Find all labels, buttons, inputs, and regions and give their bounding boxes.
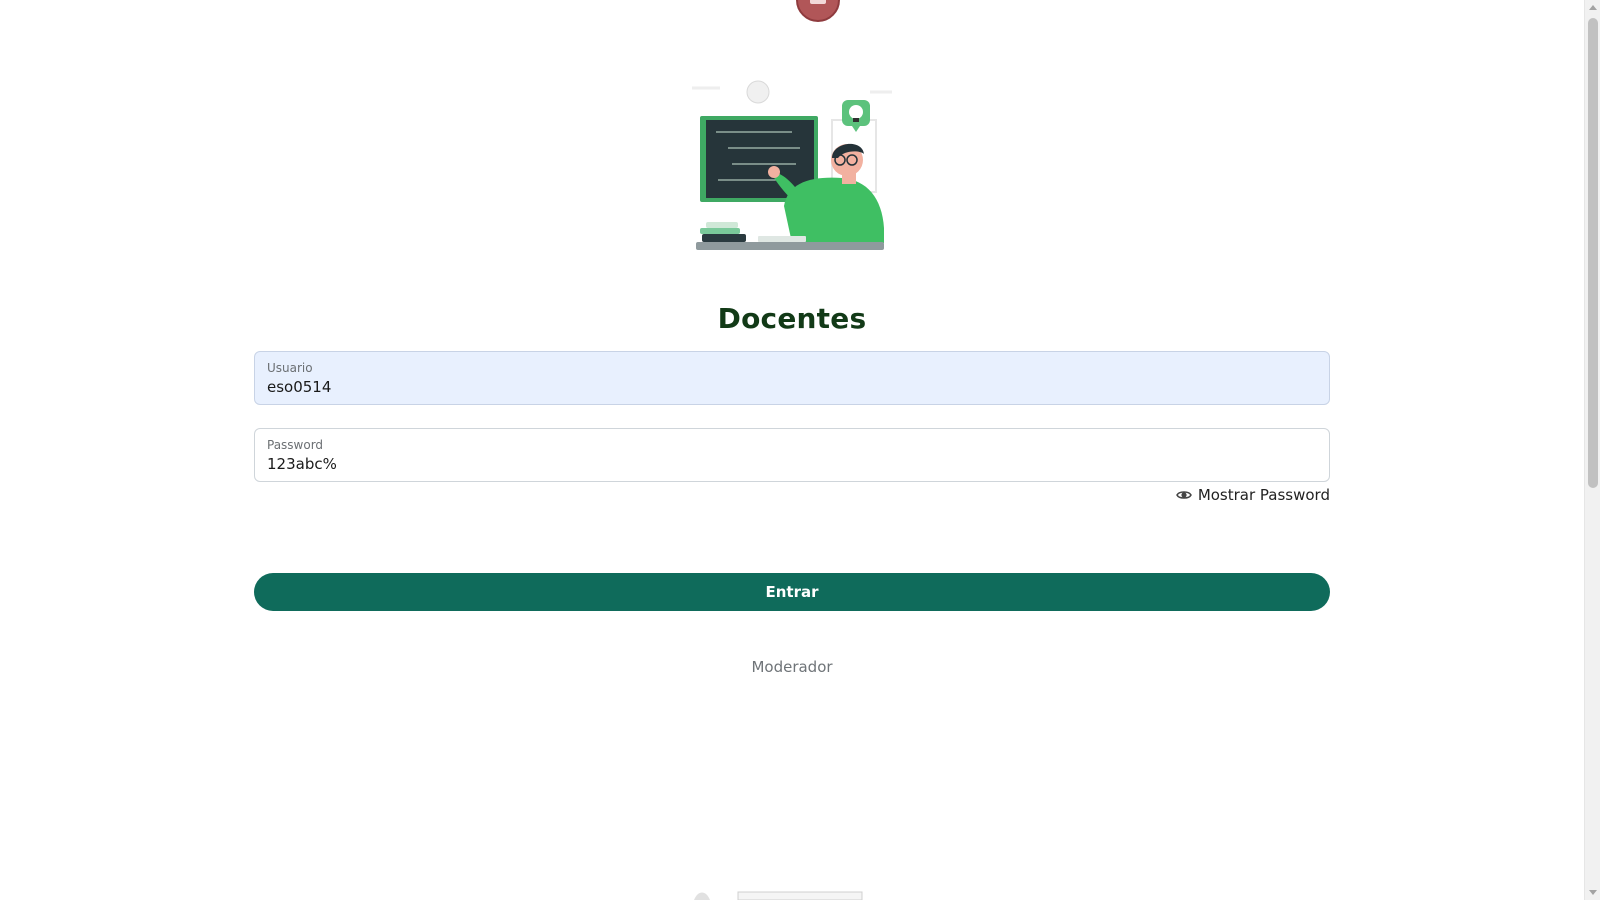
vertical-scrollbar[interactable]: [1584, 0, 1600, 900]
scroll-down-icon[interactable]: [1589, 890, 1597, 895]
username-label: Usuario: [267, 361, 313, 375]
login-page: Docentes Usuario eso0514 Password 123abc…: [0, 0, 1600, 900]
login-button[interactable]: Entrar: [254, 573, 1330, 611]
app-logo-icon: [796, 0, 840, 22]
show-password-toggle[interactable]: Mostrar Password: [1175, 486, 1330, 504]
page-title: Docentes: [717, 302, 867, 335]
username-input[interactable]: eso0514: [267, 378, 331, 396]
password-label: Password: [267, 438, 324, 452]
password-input[interactable]: 123abc%: [267, 455, 337, 473]
show-password-label: Mostrar Password: [1197, 486, 1330, 504]
moderator-link[interactable]: Moderador: [0, 658, 1584, 676]
scrollbar-thumb[interactable]: [1588, 18, 1598, 488]
password-field[interactable]: Password 123abc%: [254, 428, 1330, 482]
footer-illustration: [694, 891, 863, 900]
teacher-at-blackboard-illustration: [692, 80, 892, 250]
username-field[interactable]: Usuario eso0514: [254, 351, 1330, 405]
eye-icon: [1175, 491, 1192, 499]
scroll-up-icon[interactable]: [1589, 5, 1597, 10]
